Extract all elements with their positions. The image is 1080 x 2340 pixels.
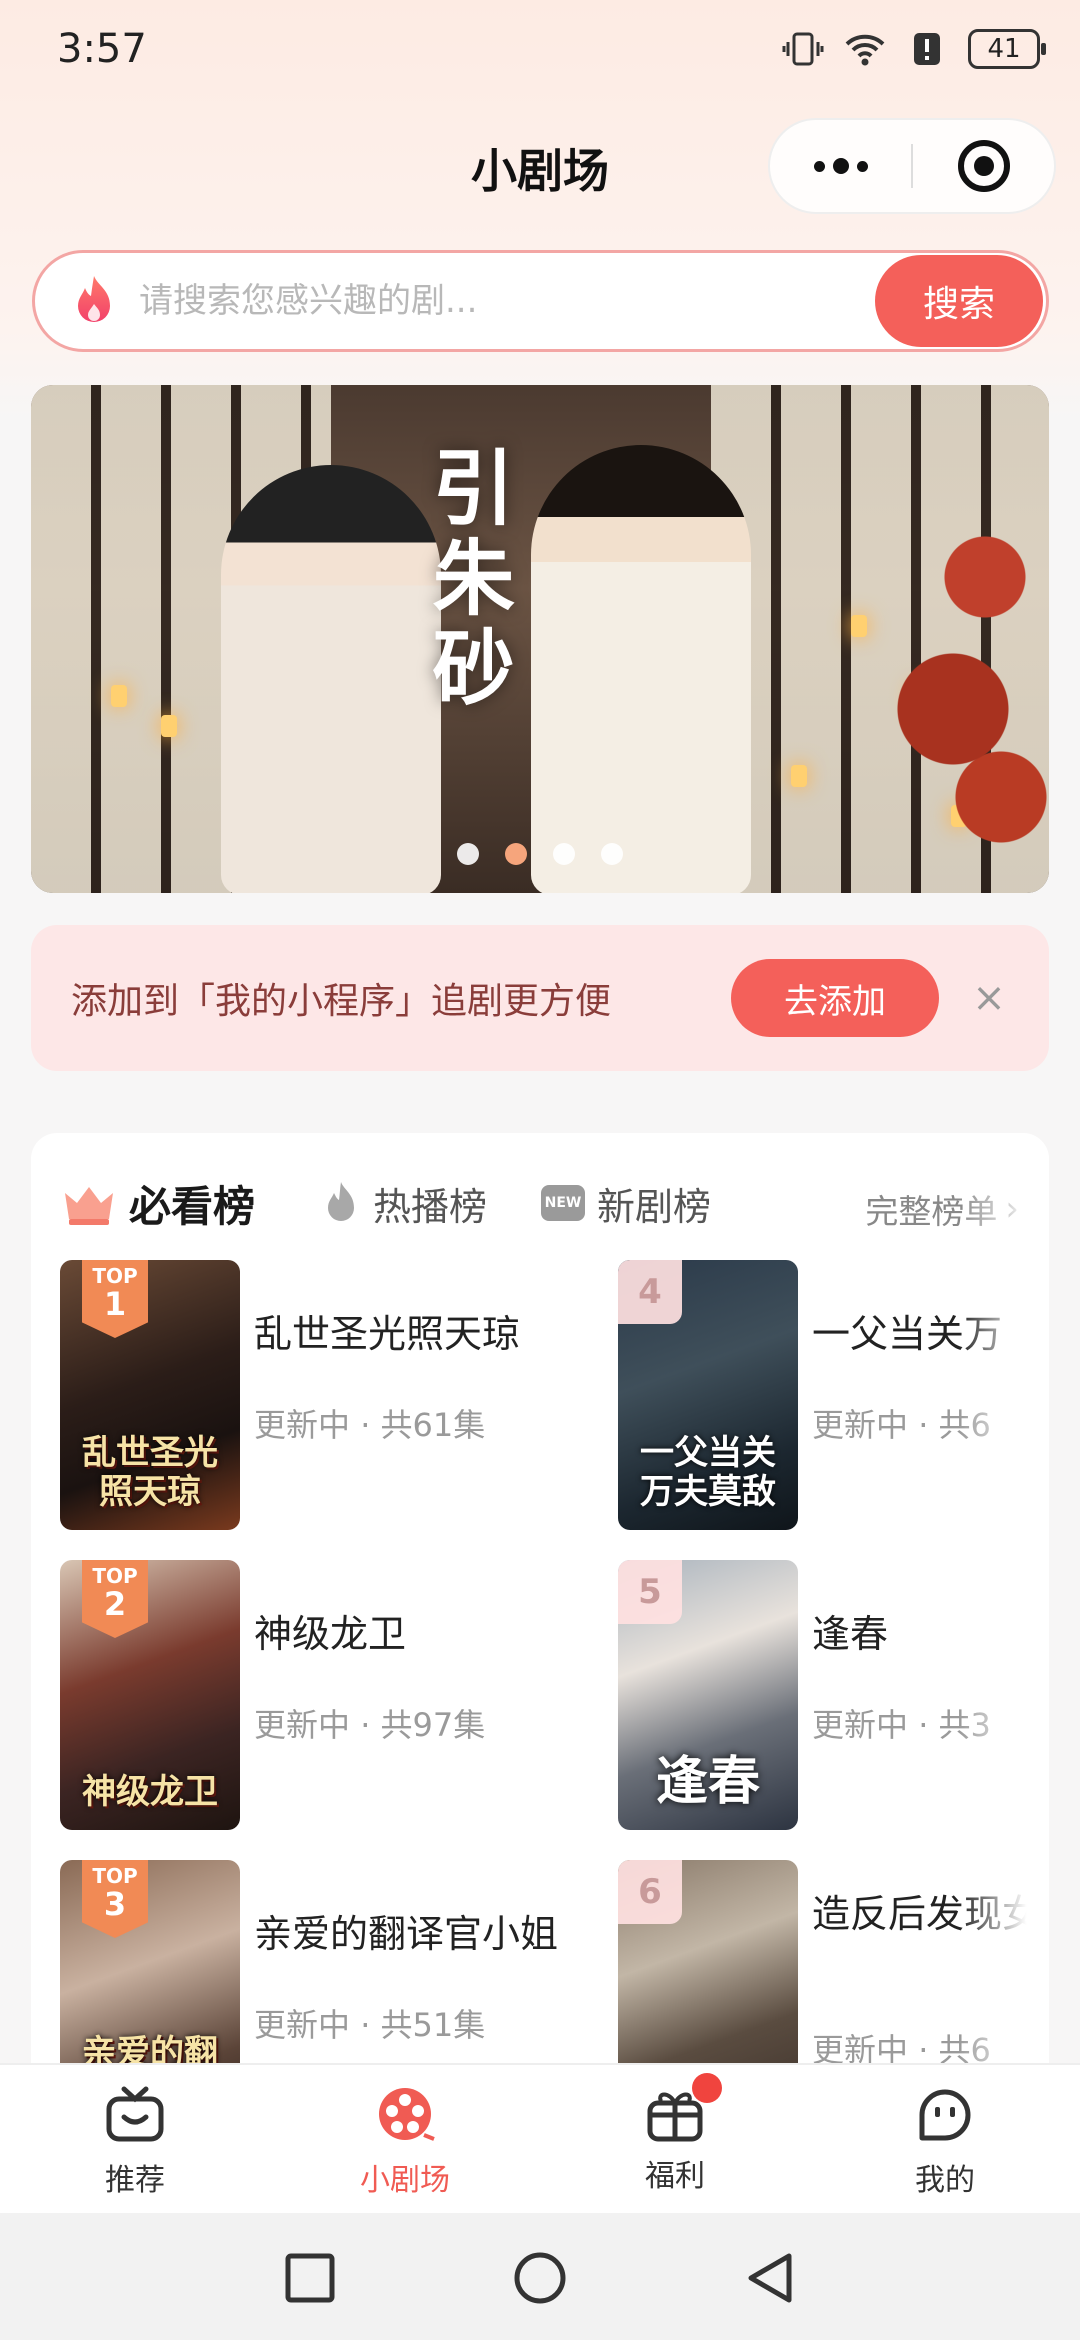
banner-figure-man xyxy=(531,445,751,893)
tab-new[interactable]: NEW 新剧榜 xyxy=(541,1173,711,1233)
candle-light xyxy=(851,615,867,637)
search-input[interactable] xyxy=(139,281,875,321)
tv-icon xyxy=(106,2086,164,2142)
drama-cover: 一父当关万夫莫敌 4 xyxy=(618,1260,798,1530)
flame-icon xyxy=(78,276,110,322)
system-navigation-bar xyxy=(0,2213,1080,2340)
tab-hot[interactable]: 热播榜 xyxy=(321,1173,487,1233)
tab-label: 热播榜 xyxy=(373,1184,488,1229)
tab-welfare[interactable]: 福利 xyxy=(585,2073,765,2195)
tab-must-watch[interactable]: 必看榜 xyxy=(61,1173,255,1233)
carousel-indicator xyxy=(31,843,1049,865)
drama-item[interactable]: 神级龙卫 TOP 2 神级龙卫 更新中 · 共97集 xyxy=(60,1560,520,1830)
drama-meta: 更新中 · 共97集 xyxy=(254,1706,486,1744)
tab-label: 我的 xyxy=(915,2163,975,2198)
notification-dot xyxy=(692,2073,722,2103)
tab-label: 福利 xyxy=(645,2159,705,2194)
battery-indicator: 41 xyxy=(968,29,1046,69)
overflow-fade xyxy=(959,1133,1049,2133)
wifi-icon xyxy=(845,34,885,66)
film-reel-icon xyxy=(379,2088,435,2141)
flame-icon xyxy=(328,1182,354,1221)
tab-label: 必看榜 xyxy=(129,1181,256,1231)
crown-icon xyxy=(65,1187,113,1225)
top-badge: TOP 3 xyxy=(82,1860,148,1938)
search-bar: 搜索 xyxy=(32,250,1049,352)
cover-title: 神级龙卫 xyxy=(82,1771,218,1812)
maple-leaves xyxy=(889,445,1049,885)
status-bar: 3:57 41 xyxy=(0,0,1080,100)
drama-title: 乱世圣光照天琼 xyxy=(254,1312,521,1356)
search-button[interactable]: 搜索 xyxy=(875,255,1043,347)
target-icon xyxy=(957,140,1010,192)
rank-badge: 4 xyxy=(618,1260,682,1324)
back-icon[interactable] xyxy=(743,2251,797,2305)
drama-cover: 乱世圣光照天琼 TOP 1 xyxy=(60,1260,240,1530)
recent-apps-icon[interactable] xyxy=(283,2251,337,2305)
drama-meta: 更新中 · 共61集 xyxy=(254,1406,486,1444)
top-badge: TOP 2 xyxy=(82,1560,148,1638)
candle-light xyxy=(161,715,177,737)
drama-cover: 逢春 5 xyxy=(618,1560,798,1830)
carousel-dot-active[interactable] xyxy=(505,843,527,865)
tab-label: 小剧场 xyxy=(360,2163,450,2198)
close-miniapp-button[interactable] xyxy=(913,120,1054,212)
add-tip-text: 添加到「我的小程序」追剧更方便 xyxy=(71,981,612,1022)
tab-mine[interactable]: 我的 xyxy=(855,2085,1035,2199)
banner-title: 引朱砂 xyxy=(418,445,514,715)
ranking-tabs: 必看榜 热播榜 NEW 新剧榜 完整榜单 › xyxy=(31,1173,1049,1233)
tab-label: 新剧榜 xyxy=(597,1184,712,1229)
profile-face-icon xyxy=(919,2089,971,2141)
new-icon: NEW xyxy=(541,1185,585,1221)
more-button[interactable] xyxy=(770,120,911,212)
cover-title: 乱世圣光照天琼 xyxy=(82,1432,218,1512)
status-icons: 41 xyxy=(782,28,1046,70)
drama-title: 神级龙卫 xyxy=(254,1612,407,1656)
rank-badge: 6 xyxy=(618,1860,682,1924)
tab-label: 推荐 xyxy=(105,2163,165,2198)
bottom-tab-bar: 推荐 小剧场 福利 我的 xyxy=(0,2063,1080,2213)
carousel-dot[interactable] xyxy=(601,843,623,865)
gift-icon xyxy=(644,2073,722,2143)
cover-title: 逢春 xyxy=(655,1751,760,1813)
home-icon[interactable] xyxy=(513,2251,567,2305)
candle-light xyxy=(791,765,807,787)
candle-light xyxy=(111,685,127,707)
carousel-dot[interactable] xyxy=(457,843,479,865)
drama-title: 亲爱的翻译官小姐 xyxy=(254,1912,559,1956)
tab-recommend[interactable]: 推荐 xyxy=(45,2085,225,2199)
banner-carousel[interactable]: 引朱砂 xyxy=(31,385,1049,893)
miniapp-capsule xyxy=(768,118,1056,214)
add-button[interactable]: 去添加 xyxy=(731,959,939,1037)
carousel-dot[interactable] xyxy=(553,843,575,865)
close-tip-icon[interactable]: × xyxy=(969,978,1009,1018)
tab-theater[interactable]: 小剧场 xyxy=(315,2085,495,2199)
vibrate-icon xyxy=(782,32,824,66)
rank-badge: 5 xyxy=(618,1560,682,1624)
drama-item[interactable]: 乱世圣光照天琼 TOP 1 乱世圣光照天琼 更新中 · 共61集 xyxy=(60,1260,520,1530)
add-to-miniapp-tip: 添加到「我的小程序」追剧更方便 去添加 × xyxy=(31,925,1049,1071)
drama-meta: 更新中 · 共51集 xyxy=(254,2006,486,2044)
more-icon xyxy=(813,158,868,174)
top-badge: TOP 1 xyxy=(82,1260,148,1338)
drama-cover: 神级龙卫 TOP 2 xyxy=(60,1560,240,1830)
status-time: 3:57 xyxy=(57,26,147,72)
ranking-card: 必看榜 热播榜 NEW 新剧榜 完整榜单 › 乱世圣光照天琼 TOP1 乱世圣光… xyxy=(31,1133,1049,2133)
alert-icon xyxy=(914,33,940,65)
cover-title: 一父当关万夫莫敌 xyxy=(640,1432,776,1512)
